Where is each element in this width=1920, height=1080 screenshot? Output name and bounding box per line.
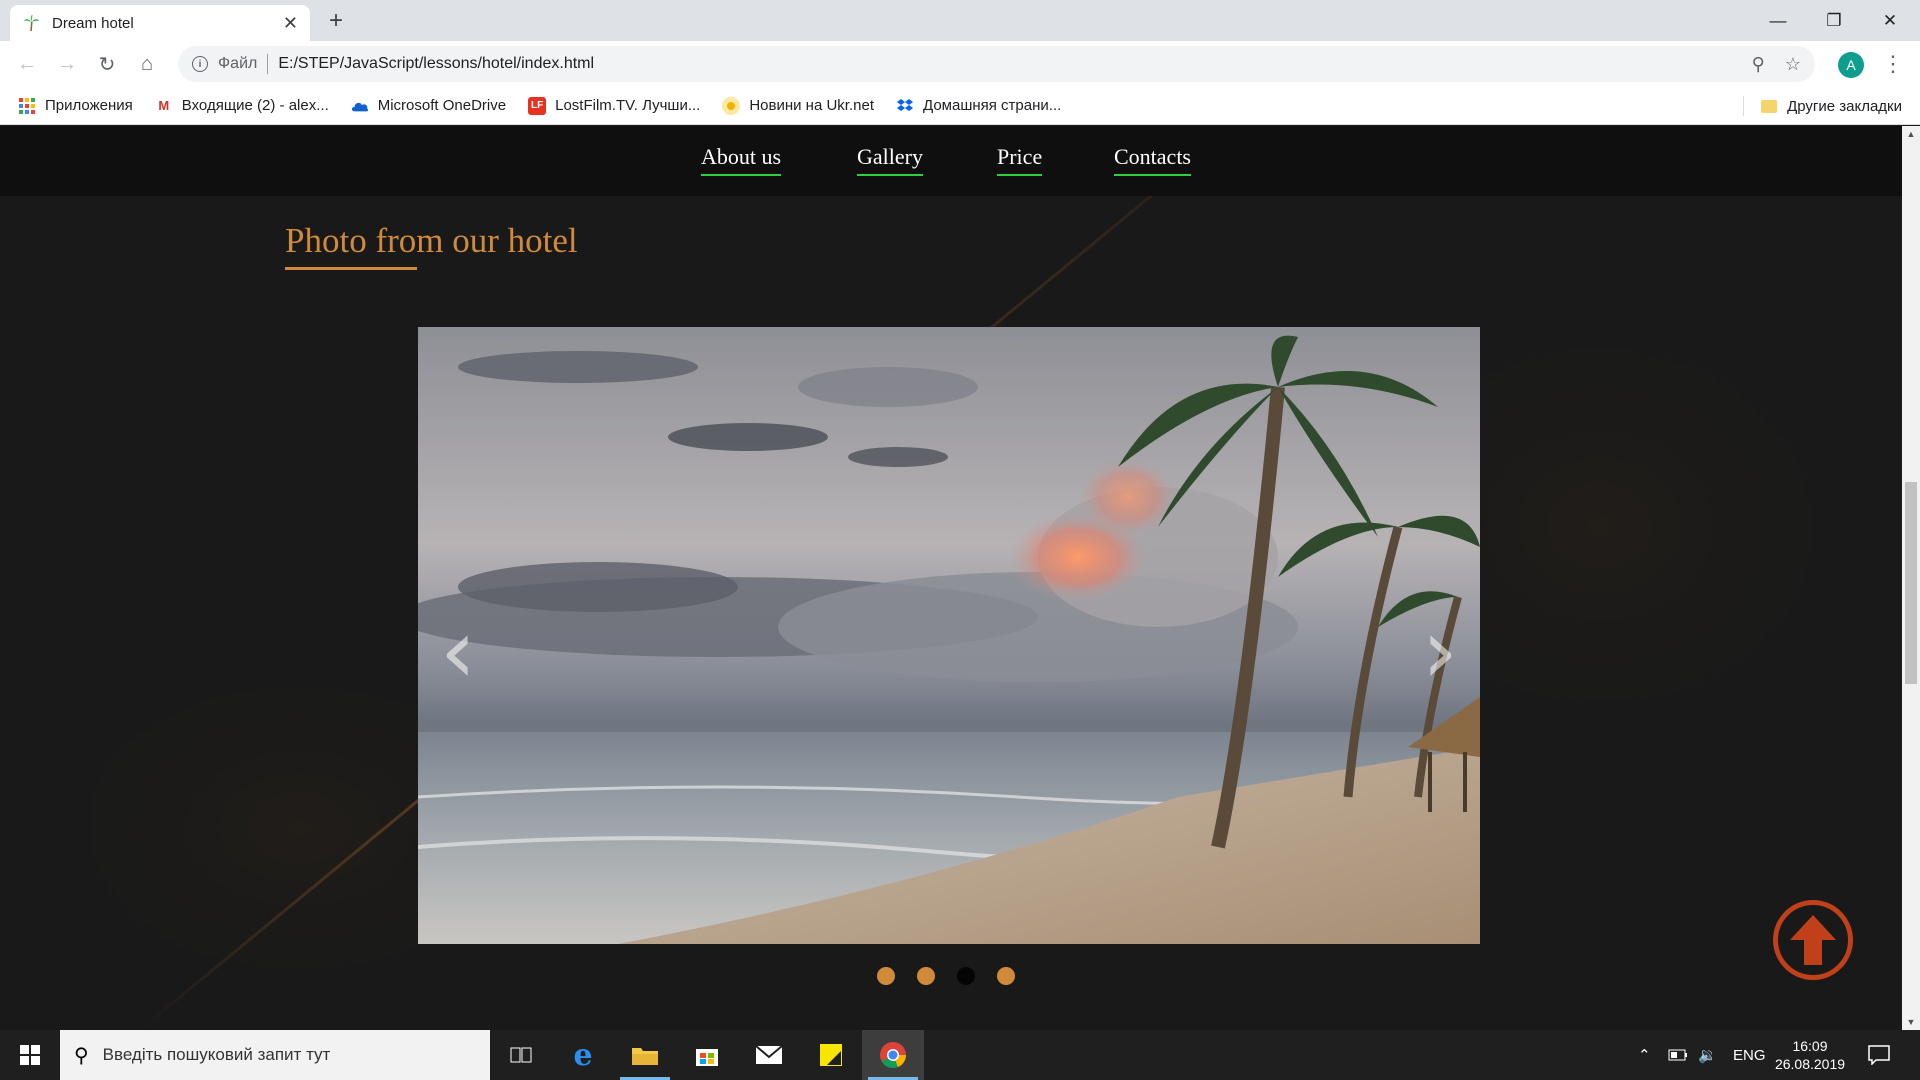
back-arrow-icon[interactable]: ← (12, 49, 42, 79)
browser-toolbar: ← → ↻ ⌂ i Файл E:/STEP/JavaScript/lesson… (0, 41, 1920, 87)
home-icon[interactable]: ⌂ (132, 49, 162, 79)
scroll-down-icon[interactable]: ▼ (1902, 1014, 1920, 1030)
browser-tab-strip: Dream hotel ✕ + — ❐ ✕ (0, 0, 1920, 41)
gmail-icon: M (158, 98, 170, 113)
close-tab-icon[interactable]: ✕ (283, 13, 298, 34)
carousel-dot[interactable] (997, 967, 1015, 985)
carousel-dot[interactable] (877, 967, 895, 985)
minimize-window-icon[interactable]: — (1750, 0, 1806, 41)
bookmark-gmail[interactable]: M Входящие (2) - alex... (155, 97, 329, 115)
ukrnet-icon (722, 96, 741, 115)
site-navigation: About us Gallery Price Contacts (0, 126, 1902, 196)
show-hidden-icons-icon[interactable]: ⌃ (1638, 1030, 1651, 1080)
photo-carousel[interactable]: ‹ › (418, 327, 1480, 944)
new-tab-button[interactable]: + (320, 7, 352, 35)
close-window-icon[interactable]: ✕ (1862, 0, 1918, 41)
bookmark-label: Входящие (2) - alex... (181, 97, 329, 114)
scrollbar-thumb[interactable] (1905, 482, 1917, 684)
scroll-to-top-button[interactable] (1773, 900, 1853, 980)
bookmark-label: LostFilm.TV. Лучши... (555, 97, 701, 114)
taskbar-search-placeholder: Введіть пошуковий запит тут (102, 1045, 331, 1064)
beach-sunset-photo (418, 327, 1480, 944)
taskbar-search-box[interactable]: ⚲ Введіть пошуковий запит тут (60, 1030, 490, 1080)
bookmark-star-icon[interactable]: ☆ (1785, 54, 1801, 75)
carousel-dot[interactable] (957, 967, 975, 985)
page-viewport: About us Gallery Price Contacts Photo fr… (0, 126, 1902, 1030)
bookmarks-bar: Приложения M Входящие (2) - alex... Micr… (0, 87, 1920, 125)
section-title: Photo from our hotel (285, 221, 578, 260)
bookmark-onedrive[interactable]: Microsoft OneDrive (351, 97, 506, 115)
edge-browser-icon[interactable]: e (552, 1030, 614, 1080)
taskbar-clock[interactable]: 16:09 26.08.2019 (1770, 1037, 1850, 1073)
carousel-dot[interactable] (917, 967, 935, 985)
chrome-icon[interactable] (862, 1030, 924, 1080)
sticky-notes-icon[interactable] (800, 1030, 862, 1080)
volume-icon[interactable]: 🔉 (1698, 1030, 1717, 1080)
scroll-up-icon[interactable]: ▲ (1902, 126, 1920, 142)
file-explorer-icon[interactable] (614, 1030, 676, 1080)
other-bookmarks-label: Другие закладки (1787, 97, 1902, 115)
battery-icon[interactable] (1668, 1030, 1688, 1080)
profile-avatar[interactable]: A (1838, 52, 1864, 78)
task-view-icon[interactable] (490, 1030, 552, 1080)
clock-date: 26.08.2019 (1774, 1056, 1846, 1072)
apps-grid-icon (18, 97, 36, 115)
carousel-indicators (877, 967, 1015, 985)
palm-favicon-icon (24, 15, 39, 32)
carousel-next-arrow-icon[interactable]: › (1410, 607, 1470, 697)
forward-arrow-icon[interactable]: → (52, 49, 82, 79)
folder-icon (1761, 99, 1778, 113)
tab-dream-hotel[interactable]: Dream hotel ✕ (10, 5, 310, 41)
nav-link-about-us[interactable]: About us (701, 144, 782, 176)
tab-title: Dream hotel (52, 14, 134, 32)
bookmark-ukrnet[interactable]: Новини на Ukr.net (722, 96, 874, 115)
section-title-underline (285, 267, 417, 270)
address-separator (267, 54, 269, 74)
nav-link-gallery[interactable]: Gallery (857, 144, 923, 176)
carousel-prev-arrow-icon[interactable]: ‹ (428, 607, 488, 697)
clock-time: 16:09 (1792, 1038, 1828, 1054)
bookmark-label: Приложения (45, 97, 133, 114)
bookmarks-divider (1743, 96, 1744, 116)
restore-window-icon[interactable]: ❐ (1806, 0, 1862, 41)
up-arrow-icon (1790, 915, 1836, 965)
bookmark-dropbox[interactable]: Домашняя страни... (896, 97, 1061, 115)
action-center-icon[interactable] (1868, 1030, 1890, 1080)
search-icon: ⚲ (74, 1044, 89, 1067)
windows-taskbar: ⚲ Введіть пошуковий запит тут e ⌃ 🔉 ENG … (0, 1030, 1920, 1080)
browser-menu-icon[interactable]: ⋮ (1882, 50, 1904, 78)
zoom-icon[interactable]: ⚲ (1752, 54, 1765, 75)
bookmark-label: Домашняя страни... (923, 97, 1062, 114)
address-bar[interactable]: i Файл E:/STEP/JavaScript/lessons/hotel/… (178, 46, 1815, 82)
nav-link-contacts[interactable]: Contacts (1114, 144, 1191, 176)
bookmark-apps[interactable]: Приложения (18, 97, 133, 115)
windows-start-icon[interactable] (0, 1030, 60, 1080)
bookmark-label: Microsoft OneDrive (377, 97, 507, 114)
reload-icon[interactable]: ↻ (92, 49, 122, 79)
language-indicator[interactable]: ENG (1733, 1030, 1766, 1080)
lostfilm-icon: LF (528, 96, 547, 115)
dropbox-icon (896, 97, 914, 115)
onedrive-icon (351, 97, 369, 115)
nav-link-price[interactable]: Price (997, 144, 1043, 176)
bookmark-label: Новини на Ukr.net (749, 97, 874, 114)
microsoft-store-icon[interactable] (676, 1030, 738, 1080)
bookmark-lostfilm[interactable]: LF LostFilm.TV. Лучши... (528, 96, 701, 115)
site-info-icon[interactable]: i (192, 56, 208, 72)
address-scheme-label: Файл (218, 55, 258, 72)
page-scrollbar[interactable]: ▲ ▼ (1902, 126, 1920, 1030)
other-bookmarks[interactable]: Другие закладки (1761, 87, 1902, 125)
mail-icon[interactable] (738, 1030, 800, 1080)
address-url[interactable]: E:/STEP/JavaScript/lessons/hotel/index.h… (278, 55, 1731, 73)
